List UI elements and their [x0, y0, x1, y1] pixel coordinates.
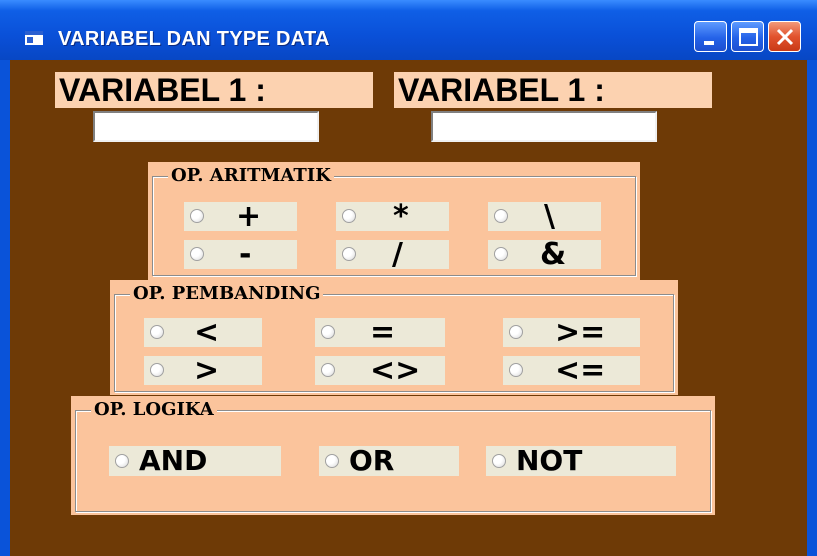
- app-window: VARIABEL DAN TYPE DATA VARIABEL 1 : VARI…: [0, 0, 817, 556]
- radio-button[interactable]: [115, 454, 129, 468]
- title-bar[interactable]: VARIABEL DAN TYPE DATA: [0, 0, 817, 60]
- close-button[interactable]: [768, 21, 801, 52]
- option-less-than[interactable]: <: [144, 315, 262, 350]
- variable-1-label: VARIABEL 1 :: [55, 72, 373, 108]
- app-icon: [25, 31, 43, 45]
- option-multiply[interactable]: *: [336, 199, 449, 234]
- radio-button[interactable]: [509, 325, 523, 339]
- option-or[interactable]: OR: [319, 446, 459, 476]
- radio-button[interactable]: [494, 247, 508, 261]
- radio-button[interactable]: [494, 209, 508, 223]
- option-concat-label: &: [540, 237, 567, 272]
- frame-logika-title: OP. LOGIKA: [91, 399, 217, 421]
- option-not-label: NOT: [516, 444, 583, 477]
- frame-aritmatik: OP. ARITMATIK + * \ - / &: [148, 162, 640, 280]
- close-icon: [776, 28, 794, 46]
- radio-button[interactable]: [492, 454, 506, 468]
- option-add-label: +: [236, 199, 262, 234]
- radio-button[interactable]: [150, 363, 164, 377]
- radio-button[interactable]: [342, 209, 356, 223]
- option-divide-label: /: [392, 237, 403, 272]
- option-subtract-label: -: [239, 237, 252, 272]
- maximize-icon: [739, 28, 758, 46]
- minimize-icon: [704, 41, 714, 45]
- radio-button[interactable]: [342, 247, 356, 261]
- frame-pembanding-title: OP. PEMBANDING: [130, 283, 324, 305]
- option-less-than-label: <: [194, 315, 220, 350]
- option-concat[interactable]: &: [488, 237, 601, 272]
- radio-button[interactable]: [150, 325, 164, 339]
- maximize-button[interactable]: [731, 21, 764, 52]
- option-less-equal-label: <=: [555, 353, 606, 388]
- option-not-equal-label: <>: [370, 353, 421, 388]
- option-subtract[interactable]: -: [184, 237, 297, 272]
- variable-1-input[interactable]: [93, 111, 319, 142]
- option-divide[interactable]: /: [336, 237, 449, 272]
- minimize-button[interactable]: [694, 21, 727, 52]
- option-equal[interactable]: =: [315, 315, 445, 350]
- option-and[interactable]: AND: [109, 446, 281, 476]
- radio-button[interactable]: [321, 325, 335, 339]
- option-int-divide[interactable]: \: [488, 199, 601, 234]
- option-multiply-label: *: [393, 199, 409, 234]
- radio-button[interactable]: [325, 454, 339, 468]
- frame-pembanding: OP. PEMBANDING < = >= > <> <=: [110, 280, 678, 395]
- option-greater-equal-label: >=: [555, 315, 606, 350]
- frame-aritmatik-title: OP. ARITMATIK: [168, 165, 334, 187]
- frame-logika: OP. LOGIKA AND OR NOT: [71, 396, 715, 515]
- radio-button[interactable]: [190, 209, 204, 223]
- radio-button[interactable]: [509, 363, 523, 377]
- option-and-label: AND: [139, 444, 208, 477]
- variable-2-label: VARIABEL 1 :: [394, 72, 712, 108]
- option-greater-equal[interactable]: >=: [503, 315, 640, 350]
- option-int-divide-label: \: [544, 199, 555, 234]
- option-not-equal[interactable]: <>: [315, 353, 445, 388]
- option-greater-than[interactable]: >: [144, 353, 262, 388]
- option-not[interactable]: NOT: [486, 446, 676, 476]
- window-title: VARIABEL DAN TYPE DATA: [58, 28, 330, 50]
- option-equal-label: =: [370, 315, 396, 350]
- option-less-equal[interactable]: <=: [503, 353, 640, 388]
- option-greater-than-label: >: [194, 353, 220, 388]
- variable-2-input[interactable]: [431, 111, 657, 142]
- option-add[interactable]: +: [184, 199, 297, 234]
- radio-button[interactable]: [190, 247, 204, 261]
- option-or-label: OR: [349, 444, 395, 477]
- radio-button[interactable]: [321, 363, 335, 377]
